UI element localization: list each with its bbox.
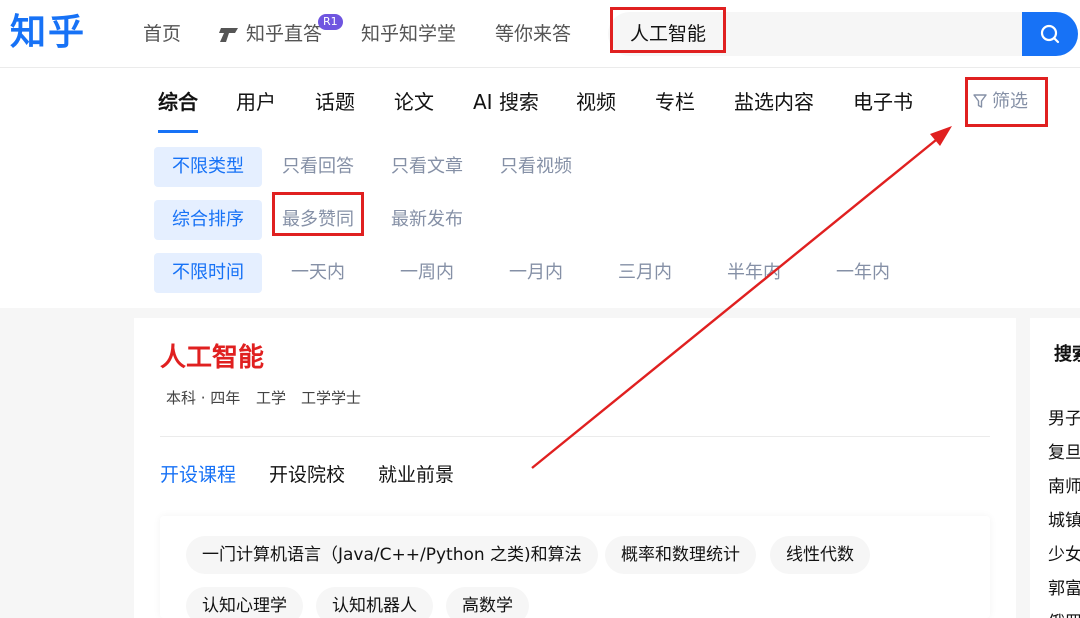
filter-sort-general[interactable]: 综合排序 xyxy=(154,200,262,240)
filter-time-all[interactable]: 不限时间 xyxy=(154,253,262,293)
side-title: 搜索 xyxy=(1054,344,1080,365)
major-meta-field: 工学 xyxy=(256,389,287,407)
tab-videos[interactable]: 视频 xyxy=(576,90,616,114)
side-item[interactable]: 俄罗 xyxy=(1048,608,1080,618)
r1-badge: R1 xyxy=(318,14,343,30)
course-pill[interactable]: 高数学 xyxy=(446,587,529,618)
zhida-icon xyxy=(219,28,238,42)
tab-salt-content[interactable]: 盐选内容 xyxy=(734,90,814,114)
side-item[interactable]: 男子 xyxy=(1048,404,1080,429)
tab-users[interactable]: 用户 xyxy=(236,90,276,114)
tab-papers[interactable]: 论文 xyxy=(394,90,434,114)
side-item[interactable]: 城镇 xyxy=(1048,506,1080,531)
tab-columns[interactable]: 专栏 xyxy=(655,90,695,114)
tab-ebooks[interactable]: 电子书 xyxy=(853,90,913,114)
course-pill[interactable]: 认知机器人 xyxy=(316,587,433,618)
course-pill[interactable]: 概率和数理统计 xyxy=(605,536,756,574)
highlight-search-term xyxy=(610,7,726,53)
subtab-schools[interactable]: 开设院校 xyxy=(269,462,345,488)
top-header: 知乎 首页 知乎直答 R1 知乎知学堂 等你来答 人工智能 xyxy=(0,0,1080,68)
side-item[interactable]: 少女 xyxy=(1048,540,1080,565)
card-divider xyxy=(160,436,990,437)
course-pill[interactable]: 一门计算机语言（Java/C++/Python 之类)和算法 xyxy=(186,536,598,574)
side-item[interactable]: 郭富 xyxy=(1048,574,1080,599)
filter-time-month[interactable]: 一月内 xyxy=(509,253,563,293)
major-meta-degree: 本科 · 四年 xyxy=(166,389,241,407)
search-icon xyxy=(1040,24,1060,44)
side-item[interactable]: 南师 xyxy=(1048,472,1080,497)
filter-time-week[interactable]: 一周内 xyxy=(400,253,454,293)
tab-topics[interactable]: 话题 xyxy=(315,90,355,114)
highlight-most-upvoted xyxy=(272,192,364,236)
major-title[interactable]: 人工智能 xyxy=(160,342,264,374)
nav-zhixuetang[interactable]: 知乎知学堂 xyxy=(361,22,456,46)
side-item[interactable]: 复旦 xyxy=(1048,438,1080,463)
subtab-career[interactable]: 就业前景 xyxy=(378,462,454,488)
nav-zhida[interactable]: 知乎直答 xyxy=(246,22,322,46)
side-trending-card: 搜索 男子 复旦 南师 城镇 少女 郭富 俄罗 xyxy=(1030,318,1080,618)
filter-type-videos[interactable]: 只看视频 xyxy=(500,147,572,187)
filter-time-three-months[interactable]: 三月内 xyxy=(618,253,672,293)
search-button[interactable] xyxy=(1022,12,1078,56)
nav-waiting-answer[interactable]: 等你来答 xyxy=(495,22,571,46)
zhihu-logo[interactable]: 知乎 xyxy=(10,10,86,56)
subtab-courses[interactable]: 开设课程 xyxy=(160,462,236,488)
filter-sort-latest[interactable]: 最新发布 xyxy=(391,200,463,240)
course-pill[interactable]: 认知心理学 xyxy=(186,587,303,618)
filter-type-answers[interactable]: 只看回答 xyxy=(282,147,354,187)
nav-home[interactable]: 首页 xyxy=(143,22,181,46)
filter-time-year[interactable]: 一年内 xyxy=(836,253,890,293)
tab-general[interactable]: 综合 xyxy=(158,90,198,114)
major-meta-bachelor: 工学学士 xyxy=(301,389,362,407)
tab-ai-search[interactable]: AI 搜索 xyxy=(473,90,539,114)
active-tab-underline xyxy=(158,130,198,133)
filter-type-all[interactable]: 不限类型 xyxy=(154,147,262,187)
filter-time-day[interactable]: 一天内 xyxy=(291,253,345,293)
highlight-filter-button xyxy=(965,77,1048,127)
filter-type-articles[interactable]: 只看文章 xyxy=(391,147,463,187)
course-pill[interactable]: 线性代数 xyxy=(770,536,870,574)
filter-time-half-year[interactable]: 半年内 xyxy=(727,253,781,293)
